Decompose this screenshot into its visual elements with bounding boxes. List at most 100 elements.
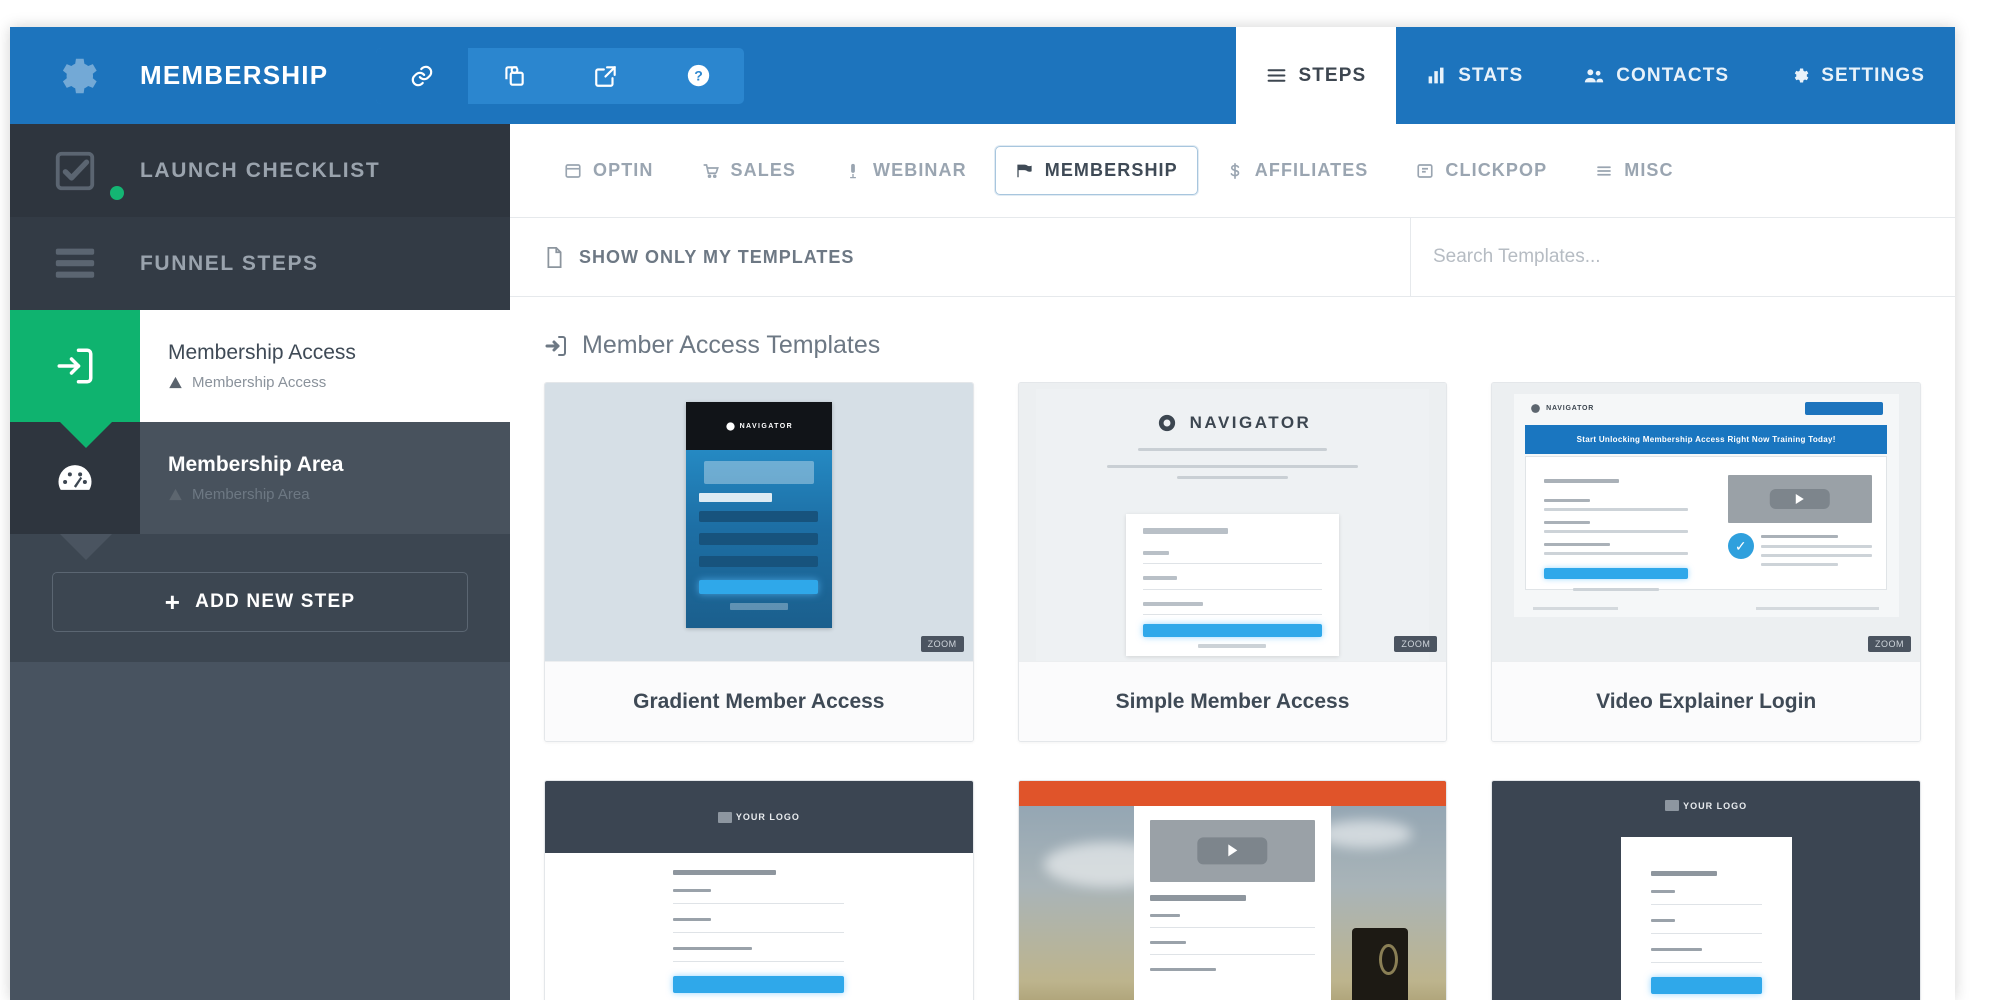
template-card-row2-1[interactable]: YOUR LOGO: [544, 780, 974, 1000]
cart-icon: [702, 162, 720, 180]
tab-sales[interactable]: SALES: [682, 146, 817, 195]
nav-item-contacts-label: CONTACTS: [1616, 64, 1730, 86]
template-grid-scroll[interactable]: NAVIGATOR ZOOM Gradient Member Access NA…: [510, 382, 1955, 1000]
step-pointer-1: [60, 534, 112, 560]
thumbnail-art: NAVIGATOR: [1018, 383, 1447, 661]
status-dot: [110, 185, 124, 200]
optin-icon: [564, 162, 582, 180]
sidebar-step-membership-access[interactable]: Membership Access Membership Access: [10, 310, 510, 448]
step-title-1: Membership Area: [168, 453, 344, 476]
step-title-0: Membership Access: [168, 341, 356, 364]
show-only-my-templates-toggle[interactable]: SHOW ONLY MY TEMPLATES: [510, 218, 1410, 296]
member-access-icon: [545, 335, 566, 356]
thumbnail-art: NAVIGATOR: [545, 383, 973, 661]
step-subtitle-row-1: Membership Area: [168, 486, 510, 503]
zoom-tag[interactable]: ZOOM: [1867, 636, 1911, 652]
checkbox-check-icon: [55, 151, 95, 190]
thumb-logo-text: YOUR LOGO: [1683, 800, 1748, 811]
template-grid: NAVIGATOR ZOOM Gradient Member Access NA…: [544, 382, 1921, 1000]
external-link-icon-button[interactable]: [560, 48, 652, 104]
membership-icon: [1015, 161, 1034, 180]
checklist-icon-wrap: [10, 148, 140, 200]
tab-webinar-label: WEBINAR: [873, 160, 967, 180]
clone-icon-button[interactable]: [468, 48, 560, 104]
nav-item-stats[interactable]: STATS: [1396, 27, 1553, 124]
svg-text:?: ?: [694, 68, 703, 84]
warning-triangle-icon: [169, 488, 182, 501]
template-card-row2-3[interactable]: YOUR LOGO: [1491, 780, 1921, 1000]
tab-membership-label: MEMBERSHIP: [1044, 160, 1178, 180]
external-link-icon: [595, 65, 616, 87]
template-card-simple-member-access[interactable]: NAVIGATOR ZOOM Simple Member Access: [1017, 382, 1448, 742]
template-thumbnail: NAVIGATOR ZOOM: [545, 383, 973, 661]
tab-webinar[interactable]: WEBINAR: [824, 146, 987, 195]
tab-affiliates[interactable]: AFFILIATES: [1206, 146, 1389, 195]
primary-nav: STEPS STATS CONTACTS SETTINGS: [1236, 27, 1955, 124]
stack-lines-icon: [55, 248, 95, 278]
section-heading-label: Member Access Templates: [582, 331, 881, 359]
nav-item-contacts[interactable]: CONTACTS: [1553, 27, 1759, 124]
sidebar-item-funnel-steps[interactable]: FUNNEL STEPS: [10, 217, 510, 310]
clickpop-icon: [1416, 162, 1434, 180]
nav-item-steps[interactable]: STEPS: [1236, 27, 1397, 124]
funnel-icon-wrap: [10, 246, 140, 282]
help-icon-button[interactable]: ?: [652, 48, 744, 104]
nav-item-settings-label: SETTINGS: [1821, 64, 1925, 86]
sidebar-funnel-steps-label: FUNNEL STEPS: [140, 251, 319, 275]
template-thumbnail: YOUR LOGO: [545, 781, 973, 1000]
body-container: LAUNCH CHECKLIST FUNNEL STEPS Membership…: [10, 124, 1955, 1000]
gear-icon: [62, 58, 97, 93]
filter-bar: SHOW ONLY MY TEMPLATES: [510, 217, 1955, 297]
thumb-banner-text: Start Unlocking Membership Access Right …: [1576, 435, 1836, 445]
document-icon: [547, 246, 562, 268]
sidebar-item-launch-checklist[interactable]: LAUNCH CHECKLIST: [10, 124, 510, 217]
template-card-video-explainer-login[interactable]: NAVIGATOR Start Unlocking Membership Acc…: [1491, 382, 1921, 742]
search-input[interactable]: [1433, 246, 1933, 268]
tab-optin[interactable]: OPTIN: [544, 146, 674, 195]
template-thumbnail: NAVIGATOR Start Unlocking Membership Acc…: [1492, 383, 1920, 661]
step-body-1: Membership Area Membership Area: [140, 422, 510, 534]
search-templates-box: [1410, 218, 1955, 296]
bar-chart-icon: [1426, 65, 1447, 86]
zoom-tag[interactable]: ZOOM: [1394, 636, 1438, 652]
add-new-step-label: ADD NEW STEP: [195, 591, 356, 612]
header-tool-group: ?: [376, 47, 745, 104]
sidebar-empty-area: [10, 662, 510, 1000]
thumb-logo-text: NAVIGATOR: [1189, 413, 1312, 433]
tab-optin-label: OPTIN: [593, 160, 654, 180]
tab-affiliates-label: AFFILIATES: [1254, 160, 1369, 180]
tab-misc-label: MISC: [1624, 160, 1674, 180]
tab-membership[interactable]: MEMBERSHIP: [994, 146, 1198, 195]
tab-sales-label: SALES: [730, 160, 797, 180]
top-header-bar: MEMBERSHIP ? STEPS STATS CONTACTS SETTIN…: [10, 27, 1955, 124]
template-thumbnail: [1018, 781, 1447, 1000]
section-heading: Member Access Templates: [510, 297, 1955, 382]
navigator-logo-icon: [1158, 415, 1175, 432]
app-window: MEMBERSHIP ? STEPS STATS CONTACTS SETTIN…: [10, 27, 1955, 1000]
zoom-tag[interactable]: ZOOM: [920, 636, 964, 652]
template-card-title: Simple Member Access: [1018, 661, 1447, 741]
nav-item-steps-label: STEPS: [1298, 64, 1367, 86]
step-subtitle-1: Membership Area: [192, 486, 310, 503]
webinar-icon: [844, 162, 862, 180]
template-card-title: Gradient Member Access: [545, 661, 973, 741]
list-icon: [1266, 65, 1287, 86]
active-step-pointer: [60, 422, 112, 448]
tab-clickpop[interactable]: CLICKPOP: [1396, 146, 1567, 195]
template-card-gradient-member-access[interactable]: NAVIGATOR ZOOM Gradient Member Access: [544, 382, 974, 742]
thumb-logo-text: NAVIGATOR: [739, 422, 794, 430]
template-card-row2-2[interactable]: [1017, 780, 1448, 1000]
step-icon-wrap-0: [10, 310, 140, 422]
app-logo-gear: [10, 27, 140, 124]
nav-item-settings[interactable]: SETTINGS: [1759, 27, 1955, 124]
thumb-logo-text: NAVIGATOR: [1546, 405, 1595, 413]
link-icon-button[interactable]: [376, 47, 469, 104]
clone-icon: [505, 65, 524, 86]
tab-misc[interactable]: MISC: [1575, 146, 1693, 195]
show-only-my-templates-label: SHOW ONLY MY TEMPLATES: [579, 246, 855, 267]
sidebar-launch-checklist-label: LAUNCH CHECKLIST: [140, 158, 381, 182]
step-subtitle-row-0: Membership Access: [168, 374, 510, 391]
thumbnail-art: YOUR LOGO: [1492, 781, 1920, 1000]
template-thumbnail: NAVIGATOR ZOOM: [1018, 383, 1447, 661]
add-new-step-button[interactable]: + ADD NEW STEP: [52, 572, 468, 632]
